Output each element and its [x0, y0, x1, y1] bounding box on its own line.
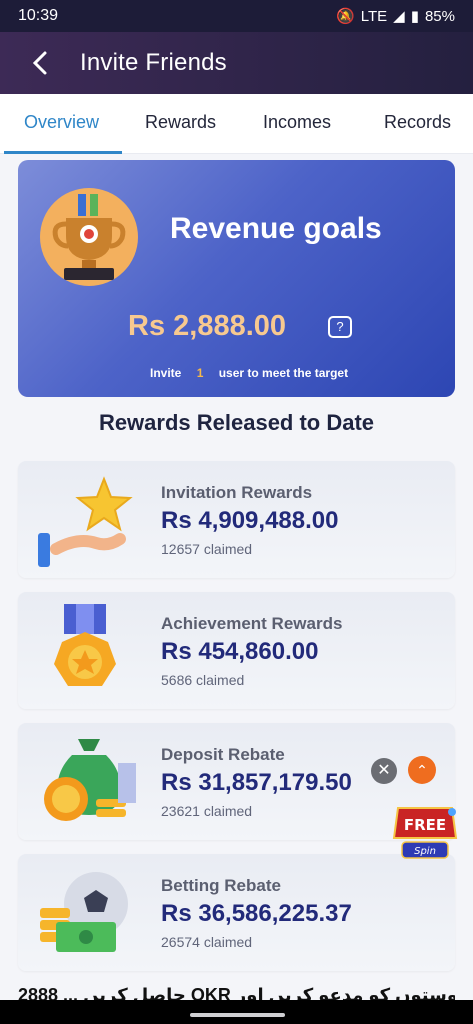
reward-name: Betting Rebate [161, 876, 281, 895]
invite-prefix: Invite [150, 366, 182, 380]
reward-name: Invitation Rewards [161, 483, 313, 502]
money-bag-coins-icon [44, 739, 136, 821]
trophy-icon [40, 188, 138, 286]
tab-overview[interactable]: Overview [24, 112, 99, 133]
network-label: LTE [360, 7, 388, 25]
status-time: 10:39 [18, 7, 59, 24]
achievement-rewards-card[interactable]: Achievement Rewards Rs 454,860.00 5686 c… [18, 592, 455, 709]
signal-icon: ◢ [393, 8, 405, 25]
free-spin-line1: FREE [404, 816, 446, 834]
battery-icon: ▮ [410, 8, 419, 25]
status-icons: 🔕 LTE ◢ ▮ 85% [336, 7, 455, 26]
home-gesture-handle[interactable] [190, 1013, 285, 1017]
reward-claimed-count: 26574 claimed [161, 934, 253, 950]
double-chevron-up-icon[interactable]: ⌃ [408, 756, 436, 784]
chevron-left-icon [32, 51, 47, 75]
free-spin-button[interactable]: FREE Spin [390, 802, 460, 864]
goal-subtitle: Invite 1 user to meet the target [150, 366, 348, 380]
status-bar: 10:39 🔕 LTE ◢ ▮ 85% [0, 0, 473, 32]
free-spin-line2: Spin [414, 846, 436, 857]
goal-title: Revenue goals [170, 212, 382, 245]
invite-suffix: user to meet the target [218, 366, 349, 380]
back-button[interactable] [0, 50, 80, 76]
reward-amount: Rs 4,909,488.00 [161, 507, 339, 534]
section-title: Rewards Released to Date [98, 410, 375, 435]
revenue-goal-card: Revenue goals Rs 2,888.00 ? Invite 1 use… [18, 160, 455, 397]
goal-amount: Rs 2,888.00 [128, 310, 287, 342]
betting-rebate-card[interactable]: Betting Rebate Rs 36,586,225.37 26574 cl… [18, 854, 455, 971]
mute-icon: 🔕 [336, 8, 355, 25]
reward-claimed-count: 12657 claimed [161, 541, 253, 557]
reward-name: Deposit Rebate [161, 745, 285, 764]
close-icon[interactable]: ✕ [371, 758, 397, 784]
tab-incomes[interactable]: Incomes [263, 112, 331, 133]
hand-star-icon [38, 476, 133, 567]
battery-level: 85% [424, 7, 455, 25]
reward-name: Achievement Rewards [161, 614, 343, 633]
system-nav-bar [0, 1000, 473, 1024]
reward-amount: Rs 31,857,179.50 [161, 769, 352, 796]
reward-claimed-count: 5686 claimed [161, 672, 245, 688]
tab-records[interactable]: Records [384, 112, 451, 133]
app-bar: Invite Friends [0, 32, 473, 94]
medal-icon [54, 604, 116, 686]
soccer-ball-cash-icon [40, 872, 128, 952]
reward-amount: Rs 36,586,225.37 [161, 900, 352, 927]
page-title: Invite Friends [80, 49, 227, 76]
tab-bar: Overview Rewards Incomes Records [0, 94, 473, 154]
reward-claimed-count: 23621 claimed [161, 803, 253, 819]
question-bubble-icon[interactable]: ? [328, 316, 352, 338]
tab-rewards[interactable]: Rewards [145, 112, 216, 133]
invitation-rewards-card[interactable]: Invitation Rewards Rs 4,909,488.00 12657… [18, 461, 455, 578]
active-tab-indicator [4, 151, 122, 154]
free-spin-badge-icon: FREE Spin [392, 807, 458, 859]
invite-count: 1 [196, 366, 204, 380]
reward-amount: Rs 454,860.00 [161, 638, 319, 665]
